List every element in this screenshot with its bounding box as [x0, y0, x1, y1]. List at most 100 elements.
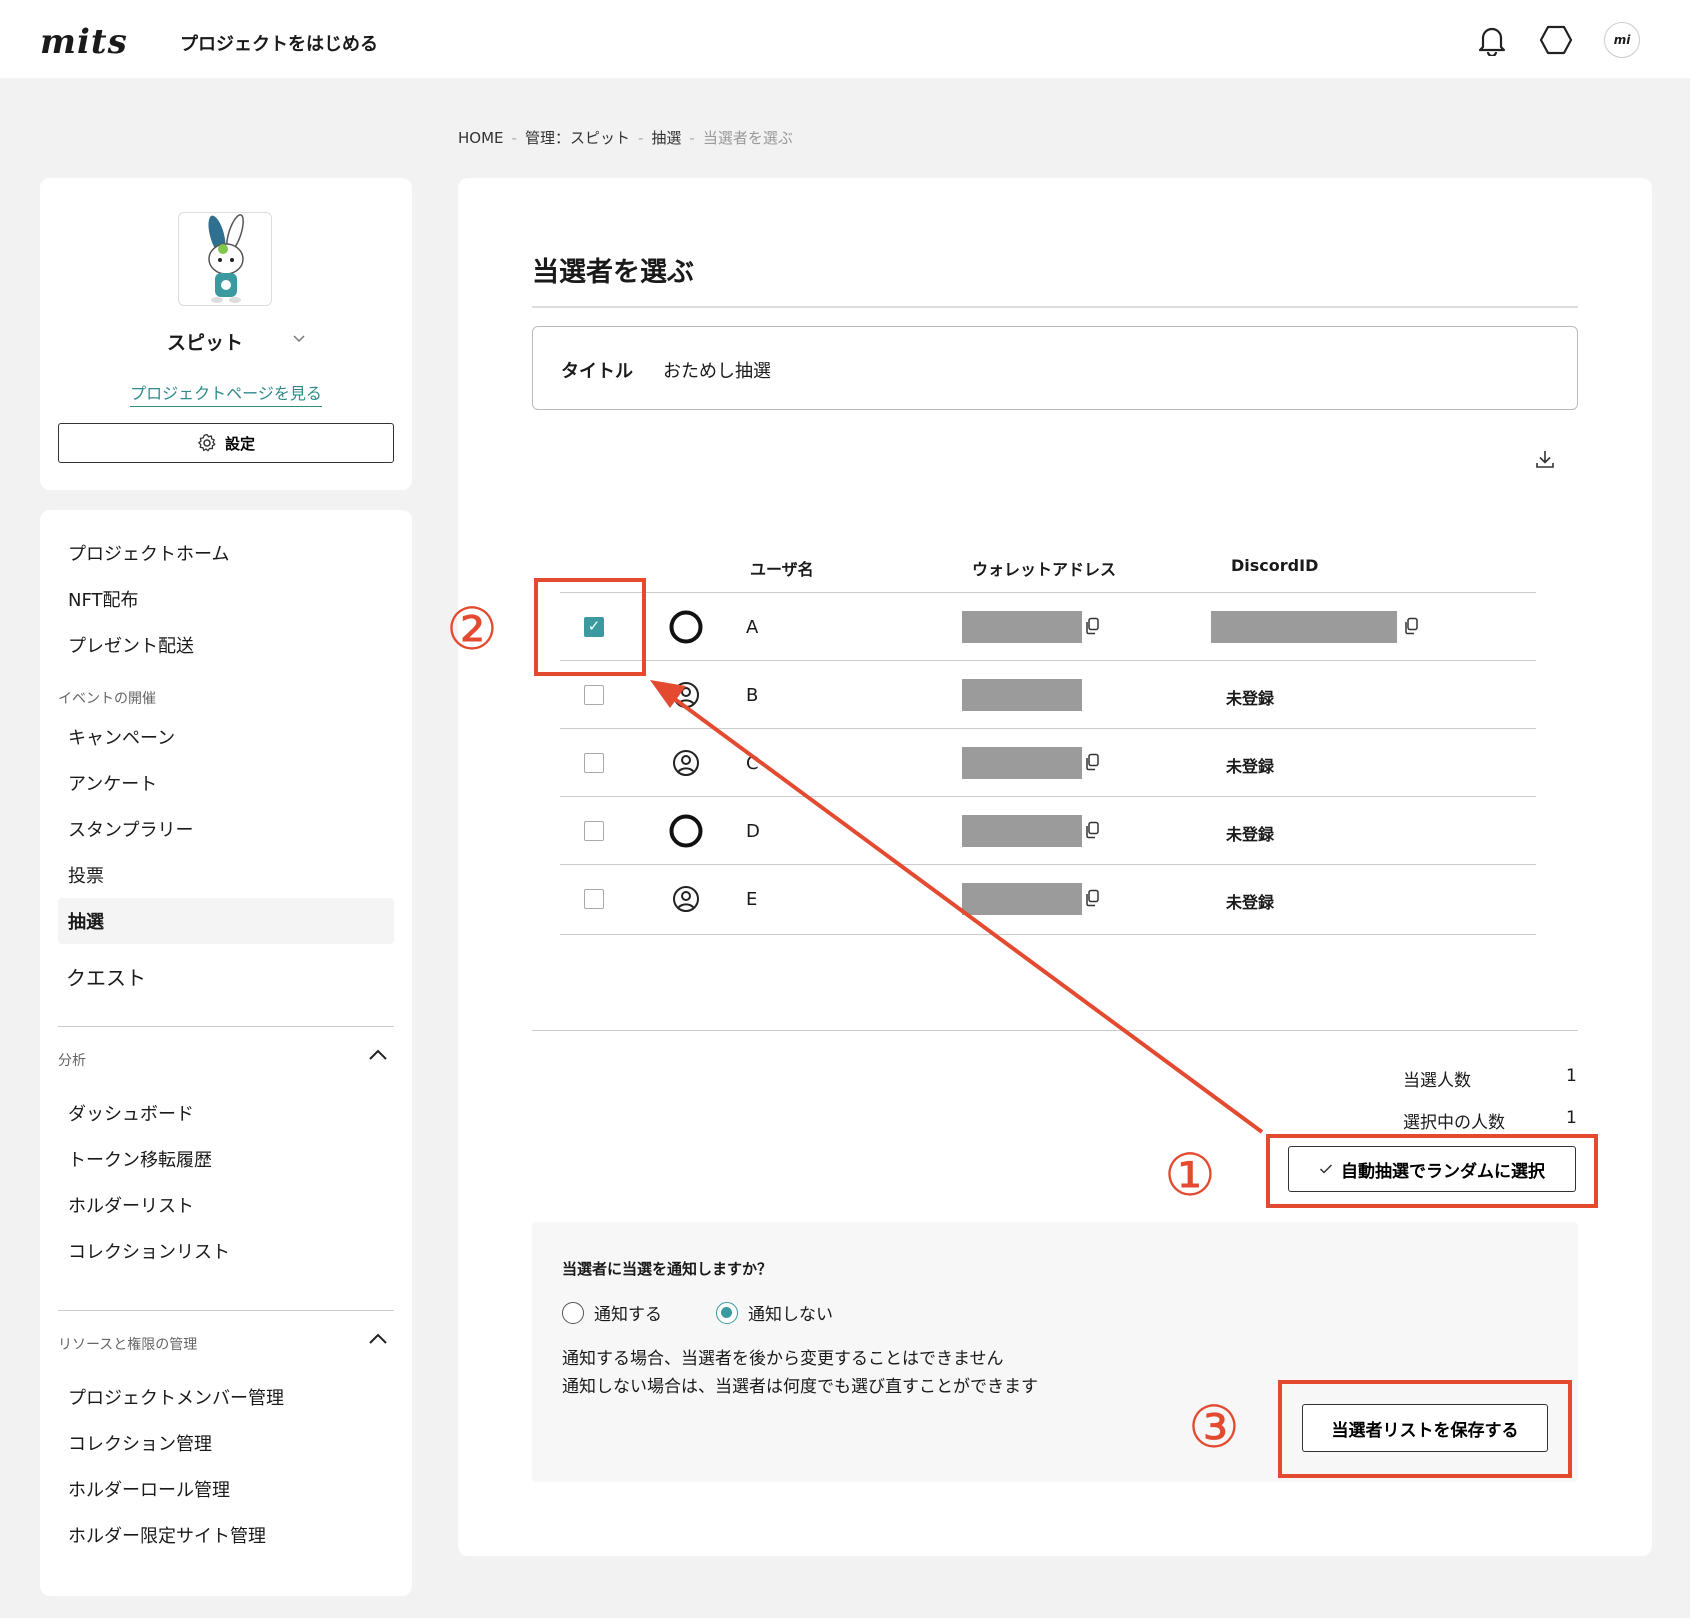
sidebar-nav: プロジェクトホーム NFT配布 プレゼント配送 イベントの開催 キャンペーン ア…: [40, 510, 412, 1596]
notify-note-2: 通知しない場合は、当選者は何度でも選び直すことができます: [562, 1377, 1038, 1397]
sidebar-item-holder-role[interactable]: ホルダーロール管理: [68, 1476, 230, 1502]
breadcrumb-home[interactable]: HOME: [458, 129, 504, 147]
row-checkbox[interactable]: [584, 821, 604, 841]
row-discord: 未登録: [1226, 893, 1275, 912]
breadcrumb-lottery[interactable]: 抽選: [651, 129, 681, 147]
copy-icon[interactable]: [1084, 617, 1100, 635]
redacted-wallet: [962, 747, 1082, 779]
col-username: ユーザ名: [750, 560, 814, 579]
sidebar-item-survey[interactable]: アンケート: [68, 770, 157, 796]
row-username: A: [746, 617, 759, 638]
annotation-box-3: [1278, 1380, 1572, 1478]
divider: [532, 1030, 1578, 1031]
project-name[interactable]: スピット: [40, 328, 370, 355]
col-discord: DiscordID: [1231, 556, 1319, 575]
user-circle-icon: [673, 682, 699, 708]
project-page-link[interactable]: プロジェクトページを見る: [40, 380, 412, 407]
project-avatar: [178, 212, 272, 306]
annotation-number-1: ①: [1164, 1141, 1216, 1209]
table-row[interactable]: E 未登録: [560, 864, 1536, 932]
sidebar-item-collection[interactable]: コレクション管理: [68, 1430, 212, 1456]
sidebar-item-campaign[interactable]: キャンペーン: [68, 724, 175, 750]
row-username: C: [746, 753, 759, 774]
row-username: D: [746, 821, 760, 842]
start-project-link[interactable]: プロジェクトをはじめる: [180, 30, 378, 56]
sidebar-item-stamp-rally[interactable]: スタンプラリー: [68, 816, 193, 842]
settings-label: 設定: [224, 435, 255, 453]
sidebar-item-quest[interactable]: クエスト: [66, 962, 146, 991]
notify-note-1: 通知する場合、当選者を後から変更することはできません: [562, 1349, 1004, 1369]
page-title: 当選者を選ぶ: [532, 257, 694, 288]
hexagon-icon[interactable]: [1538, 22, 1574, 58]
divider: [532, 306, 1578, 308]
table-row[interactable]: ✓ A: [560, 592, 1536, 660]
sidebar-item-present[interactable]: プレゼント配送: [68, 632, 194, 658]
row-checkbox[interactable]: [584, 685, 604, 705]
annotation-number-3: ③: [1188, 1393, 1240, 1461]
breadcrumb-current: 当選者を選ぶ: [702, 129, 793, 147]
radio-notify-label: 通知する: [594, 1305, 662, 1325]
chevron-down-icon[interactable]: [292, 328, 306, 347]
row-discord: 未登録: [1226, 689, 1275, 708]
selected-count-label: 選択中の人数: [1403, 1113, 1505, 1133]
sidebar-item-collection-list[interactable]: コレクションリスト: [68, 1238, 230, 1264]
table-row[interactable]: D 未登録: [560, 796, 1536, 864]
sidebar-item-holder-list[interactable]: ホルダーリスト: [68, 1192, 194, 1218]
sidebar-item-dashboard[interactable]: ダッシュボード: [68, 1100, 194, 1126]
row-username: E: [746, 889, 758, 910]
user-circle-icon: [673, 750, 699, 776]
sidebar-item-token-history[interactable]: トークン移転履歴: [68, 1146, 212, 1172]
gear-icon: [198, 433, 216, 452]
top-bar: mits プロジェクトをはじめる mi: [0, 0, 1690, 78]
sidebar-section-event: イベントの開催: [58, 691, 156, 707]
sidebar-item-project-home[interactable]: プロジェクトホーム: [68, 540, 229, 566]
row-checkbox[interactable]: [584, 889, 604, 909]
row-discord: 未登録: [1226, 757, 1275, 776]
chevron-up-icon[interactable]: [368, 1046, 388, 1067]
table-row[interactable]: B 未登録: [560, 660, 1536, 728]
radio-notify-dot[interactable]: [562, 1301, 584, 1324]
lottery-title-box: タイトル おためし抽選: [532, 326, 1578, 410]
breadcrumb-manage[interactable]: 管理：スピット: [525, 129, 630, 147]
annotation-number-2: ②: [446, 595, 498, 663]
lottery-title-value: おためし抽選: [663, 361, 771, 382]
redacted-wallet: [962, 815, 1082, 847]
sidebar-item-member[interactable]: プロジェクトメンバー管理: [68, 1384, 284, 1410]
settings-button[interactable]: 設定: [58, 423, 394, 463]
copy-icon[interactable]: [1403, 617, 1419, 635]
divider: [58, 1310, 394, 1311]
bell-icon[interactable]: [1474, 22, 1510, 58]
sidebar-active-highlight: [58, 898, 394, 944]
sidebar-item-lottery[interactable]: 抽選: [68, 908, 104, 934]
radio-no-notify-dot[interactable]: [716, 1301, 738, 1324]
sidebar-item-holder-site[interactable]: ホルダー限定サイト管理: [68, 1522, 266, 1548]
sidebar-section-analysis: 分析: [58, 1053, 86, 1069]
col-wallet: ウォレットアドレス: [972, 560, 1117, 579]
logo[interactable]: mits: [40, 22, 128, 62]
main-panel: 当選者を選ぶ タイトル おためし抽選 ユーザ名 ウォレットアドレス Discor…: [458, 178, 1652, 1556]
copy-icon[interactable]: [1084, 889, 1100, 907]
table-row[interactable]: C 未登録: [560, 728, 1536, 796]
row-checkbox[interactable]: [584, 753, 604, 773]
sidebar-item-nft[interactable]: NFT配布: [68, 586, 139, 612]
divider: [58, 1026, 394, 1027]
user-avatar[interactable]: mi: [1604, 22, 1640, 58]
radio-notify[interactable]: 通知する: [562, 1300, 662, 1325]
download-icon[interactable]: [1534, 448, 1556, 474]
sidebar-item-vote[interactable]: 投票: [68, 862, 104, 888]
copy-icon[interactable]: [1084, 821, 1100, 839]
winners-count-label: 当選人数: [1403, 1071, 1471, 1091]
redacted-wallet: [962, 883, 1082, 915]
annotation-box-1: [1266, 1134, 1598, 1208]
radio-no-notify[interactable]: 通知しない: [716, 1300, 833, 1325]
breadcrumb: HOME - 管理：スピット - 抽選 - 当選者を選ぶ: [458, 129, 793, 147]
ring-icon: [669, 610, 703, 644]
project-page-link-text[interactable]: プロジェクトページを見る: [130, 384, 322, 407]
copy-icon[interactable]: [1084, 753, 1100, 771]
redacted-discord: [1211, 611, 1397, 643]
selected-count-value: 1: [1566, 1108, 1577, 1128]
winners-count-value: 1: [1566, 1066, 1577, 1086]
lottery-title-label: タイトル: [561, 361, 633, 382]
user-circle-icon: [673, 886, 699, 912]
chevron-up-icon[interactable]: [368, 1330, 388, 1351]
